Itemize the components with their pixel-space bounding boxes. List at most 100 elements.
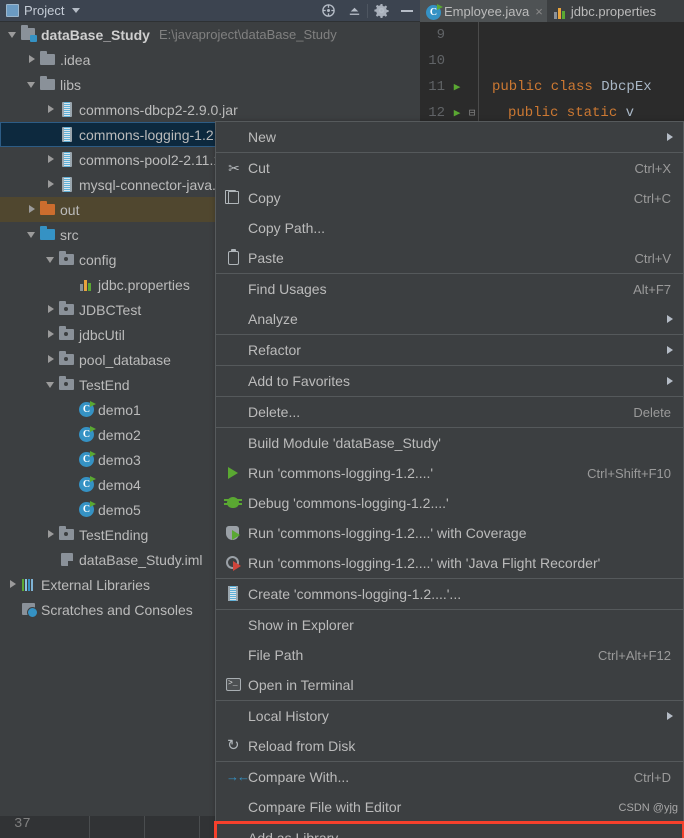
- menu-item-copy[interactable]: Copy Ctrl+C: [216, 183, 683, 213]
- menu-item-copy-path[interactable]: Copy Path...: [216, 213, 683, 243]
- jar-icon: [58, 172, 76, 197]
- chevron-down-icon[interactable]: [25, 222, 39, 247]
- menu-item-shortcut: Ctrl+C: [633, 190, 671, 206]
- menu-item-compare-with[interactable]: →← Compare With... Ctrl+D: [216, 762, 683, 792]
- tree-item-label: .idea: [60, 51, 91, 68]
- chevron-right-icon[interactable]: [44, 347, 58, 372]
- submenu-arrow-icon[interactable]: [667, 133, 673, 141]
- submenu-arrow-icon[interactable]: [667, 346, 673, 354]
- tree-item-label: demo2: [98, 426, 141, 443]
- menu-item-debug[interactable]: Debug 'commons-logging-1.2....': [216, 488, 683, 518]
- menu-item-delete[interactable]: Delete... Delete: [216, 397, 683, 427]
- editor-tab-1[interactable]: C Employee.java ×: [420, 0, 547, 22]
- line-number-indicator: 37: [0, 816, 90, 838]
- locate-icon[interactable]: [315, 0, 341, 22]
- menu-item-label: Show in Explorer: [248, 617, 354, 633]
- chevron-down-icon[interactable]: [44, 247, 58, 272]
- run-gutter-icon[interactable]: ▶: [450, 80, 464, 94]
- menu-item-add-as-library[interactable]: Add as Library...: [214, 821, 684, 838]
- tree-item-idea[interactable]: .idea: [0, 47, 420, 72]
- tree-item-label: Scratches and Consoles: [41, 601, 193, 618]
- class-icon: C: [77, 422, 96, 447]
- tree-item-database-study[interactable]: dataBase_Study E:\javaproject\dataBase_St…: [0, 22, 420, 47]
- menu-item-show-in-explorer[interactable]: Show in Explorer: [216, 610, 683, 640]
- chevron-right-icon[interactable]: [44, 322, 58, 347]
- cut-icon: ✂: [228, 160, 240, 176]
- project-toolwindow-header: Project: [0, 0, 420, 22]
- tree-item-commons-dbcp2-jar[interactable]: commons-dbcp2-2.9.0.jar: [0, 97, 420, 122]
- chevron-down-icon[interactable]: [6, 22, 20, 47]
- tree-item-label: src: [60, 226, 79, 243]
- chevron-down-icon[interactable]: [44, 372, 58, 397]
- compare-icon: →←: [226, 769, 250, 784]
- menu-item-label: Copy Path...: [248, 220, 326, 236]
- menu-icon-spacer: [222, 274, 248, 304]
- menu-item-cut[interactable]: ✂ Cut Ctrl+X: [216, 153, 683, 183]
- tree-item-label: JDBCTest: [79, 301, 142, 318]
- submenu-arrow-icon[interactable]: [667, 315, 673, 323]
- menu-item-open-in-terminal[interactable]: >_ Open in Terminal: [216, 670, 683, 700]
- menu-item-label: Debug 'commons-logging-1.2....': [248, 495, 449, 511]
- menu-item-label: Paste: [248, 250, 284, 266]
- submenu-arrow-icon[interactable]: [667, 712, 673, 720]
- chevron-right-icon[interactable]: [6, 572, 20, 597]
- no-arrow-spacer: [63, 397, 77, 422]
- menu-item-build-module[interactable]: Build Module 'dataBase_Study': [216, 428, 683, 458]
- menu-item-file-path[interactable]: File Path Ctrl+Alt+F12: [216, 640, 683, 670]
- chevron-down-icon[interactable]: [25, 72, 39, 97]
- chevron-right-icon[interactable]: [44, 522, 58, 547]
- context-menu[interactable]: New ✂ Cut Ctrl+X Copy Ctrl+C Copy Path... Paste…: [214, 121, 684, 838]
- menu-item-label: Reload from Disk: [248, 738, 356, 754]
- run-gutter-icon[interactable]: ▶: [450, 106, 464, 120]
- chevron-down-icon[interactable]: [72, 8, 81, 13]
- menu-item-add-to-favorites[interactable]: Add to Favorites: [216, 366, 683, 396]
- chevron-right-icon[interactable]: [44, 172, 58, 197]
- code-text: public class DbcpEx: [480, 79, 652, 95]
- menu-item-run-with-jfr[interactable]: Run 'commons-logging-1.2....' with 'Java…: [216, 548, 683, 578]
- line-number: 12: [428, 105, 445, 121]
- menu-icon-spacer: [222, 335, 248, 365]
- editor-tab-label: Employee.java: [444, 3, 530, 19]
- menu-item-find-usages[interactable]: Find Usages Alt+F7: [216, 274, 683, 304]
- tree-item-libs[interactable]: libs: [0, 72, 420, 97]
- editor-tab-bar[interactable]: C Employee.java × jdbc.properties: [420, 0, 684, 22]
- class-icon: C: [77, 472, 96, 497]
- module-icon: [20, 22, 38, 47]
- minimize-icon[interactable]: [394, 0, 420, 22]
- submenu-arrow-icon[interactable]: [667, 377, 673, 385]
- menu-item-label: Copy: [248, 190, 281, 206]
- editor-line: 9: [420, 22, 684, 48]
- menu-item-label: Refactor: [248, 342, 301, 358]
- menu-item-run[interactable]: Run 'commons-logging-1.2....' Ctrl+Shift+…: [216, 458, 683, 488]
- project-title-group[interactable]: Project: [0, 3, 81, 18]
- watermark: CSDN @yjg: [618, 802, 678, 814]
- close-icon[interactable]: ×: [535, 4, 543, 19]
- settings-gear-icon[interactable]: [368, 0, 394, 22]
- menu-item-paste[interactable]: Paste Ctrl+V: [216, 243, 683, 273]
- tree-item-label: demo4: [98, 476, 141, 493]
- menu-item-run-with-coverage[interactable]: Run 'commons-logging-1.2....' with Cover…: [216, 518, 683, 548]
- chevron-right-icon[interactable]: [44, 97, 58, 122]
- coverage-icon: [222, 518, 248, 548]
- editor-tab-2[interactable]: jdbc.properties: [547, 0, 660, 22]
- menu-item-create-config[interactable]: Create 'commons-logging-1.2....'...: [216, 579, 683, 609]
- menu-item-analyze[interactable]: Analyze: [216, 304, 683, 334]
- menu-icon-spacer: [222, 213, 248, 243]
- menu-item-refactor[interactable]: Refactor: [216, 335, 683, 365]
- menu-item-local-history[interactable]: Local History: [216, 701, 683, 731]
- menu-item-new[interactable]: New: [216, 122, 683, 152]
- menu-item-reload-from-disk[interactable]: ↻ Reload from Disk: [216, 731, 683, 761]
- collapse-all-icon[interactable]: [341, 0, 367, 22]
- menu-item-compare-file-with-editor[interactable]: Compare File with Editor: [216, 792, 683, 822]
- chevron-right-icon[interactable]: [44, 147, 58, 172]
- chevron-right-icon[interactable]: [25, 47, 39, 72]
- chevron-right-icon[interactable]: [44, 297, 58, 322]
- menu-item-label: Build Module 'dataBase_Study': [248, 435, 441, 451]
- tree-item-label: demo5: [98, 501, 141, 518]
- chevron-right-icon[interactable]: [25, 197, 39, 222]
